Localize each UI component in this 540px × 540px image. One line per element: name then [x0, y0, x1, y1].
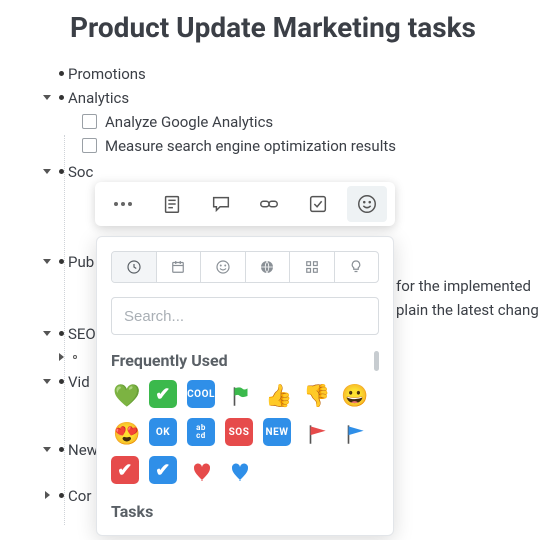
outline-item-publications[interactable]: Pub — [68, 251, 94, 273]
emoji-grinning[interactable]: 😀 — [339, 380, 371, 412]
outline-item-promotions[interactable]: Promotions — [68, 63, 146, 85]
tab-symbols[interactable] — [290, 252, 335, 282]
page-title: Product Update Marketing tasks — [70, 12, 540, 43]
emoji-panel: Frequently Used 💚 ✔ COOL 👍 👎 😀 😍 OK abcd… — [96, 236, 394, 536]
bullet-icon — [54, 251, 68, 264]
outline-item-video[interactable]: Vid — [68, 371, 90, 393]
emoji-category-tabs — [111, 251, 379, 283]
emoji-ok-box[interactable]: OK — [149, 418, 177, 446]
bullet-icon — [54, 323, 68, 336]
bullet-icon — [54, 439, 68, 452]
twisty-down-icon[interactable] — [40, 323, 54, 338]
twisty-down-icon[interactable] — [40, 161, 54, 176]
emoji-grid-recent: 💚 ✔ COOL 👍 👎 😀 😍 OK abcd SOS NEW ✔ ✔ — [111, 380, 379, 490]
twisty-down-icon[interactable] — [40, 371, 54, 386]
twisty-right-icon[interactable] — [40, 485, 54, 500]
emoji-check-green[interactable]: ✔ — [149, 380, 177, 408]
emoji-sos-box[interactable]: SOS — [225, 418, 253, 446]
bullet-icon — [54, 63, 68, 76]
emoji-heart-eyes[interactable]: 😍 — [111, 418, 143, 450]
twisty-down-icon[interactable] — [40, 251, 54, 266]
task-button[interactable] — [298, 186, 338, 222]
bullet-icon — [54, 161, 68, 174]
emoji-cool-box[interactable]: COOL — [187, 380, 215, 408]
twisty-right-icon[interactable] — [54, 347, 68, 362]
twisty-down-icon[interactable] — [40, 439, 54, 454]
emoji-green-heart[interactable]: 💚 — [111, 380, 143, 412]
bullet-icon — [68, 347, 82, 359]
tab-smileys[interactable] — [201, 252, 246, 282]
emoji-flag-red[interactable] — [301, 418, 333, 450]
task-item[interactable]: Measure search engine optimization resul… — [105, 135, 396, 157]
outline-item-newsletter[interactable]: New — [68, 439, 98, 461]
task-item[interactable]: Analyze Google Analytics — [105, 111, 273, 133]
twisty-down-icon[interactable] — [40, 87, 54, 102]
tab-ideas[interactable] — [335, 252, 379, 282]
checkbox[interactable] — [82, 138, 97, 153]
emoji-new-box[interactable]: NEW — [263, 418, 291, 446]
pub-line: plain the latest chang — [396, 299, 539, 321]
checkbox[interactable] — [82, 114, 97, 129]
comment-button[interactable] — [201, 186, 241, 222]
section-frequent: Frequently Used — [111, 351, 379, 370]
emoji-flag-green[interactable] — [225, 380, 257, 412]
tab-recent[interactable] — [112, 252, 157, 282]
emoji-search-input[interactable] — [122, 307, 368, 326]
emoji-thumbs-up[interactable]: 👍 — [263, 380, 295, 412]
emoji-check-blue[interactable]: ✔ — [149, 456, 177, 484]
tab-sports[interactable] — [246, 252, 291, 282]
link-button[interactable] — [249, 186, 289, 222]
outline-item-content[interactable]: Cor — [68, 485, 91, 507]
emoji-check-red[interactable]: ✔ — [111, 456, 139, 484]
bullet-icon — [54, 371, 68, 384]
emoji-heart-red[interactable] — [187, 456, 219, 488]
outline-item-seo[interactable]: SEO — [68, 323, 96, 345]
tab-date[interactable] — [157, 252, 202, 282]
scrollbar[interactable] — [374, 351, 379, 371]
emoji-search[interactable] — [111, 297, 379, 335]
emoji-button[interactable] — [347, 186, 387, 222]
outline-item-social[interactable]: Soc — [68, 161, 93, 183]
outline-item-analytics[interactable]: Analytics — [68, 87, 129, 109]
more-button[interactable] — [103, 186, 143, 222]
inline-toolbar — [95, 182, 395, 226]
pub-line: for the implemented — [396, 275, 531, 297]
bullet-icon — [54, 87, 68, 100]
emoji-heart-blue[interactable] — [225, 456, 257, 488]
emoji-flag-blue[interactable] — [339, 418, 371, 450]
emoji-thumbs-down[interactable]: 👎 — [301, 380, 333, 412]
section-tasks: Tasks — [111, 502, 379, 521]
emoji-abcd-box[interactable]: abcd — [187, 418, 215, 446]
note-button[interactable] — [152, 186, 192, 222]
bullet-icon — [54, 485, 68, 498]
